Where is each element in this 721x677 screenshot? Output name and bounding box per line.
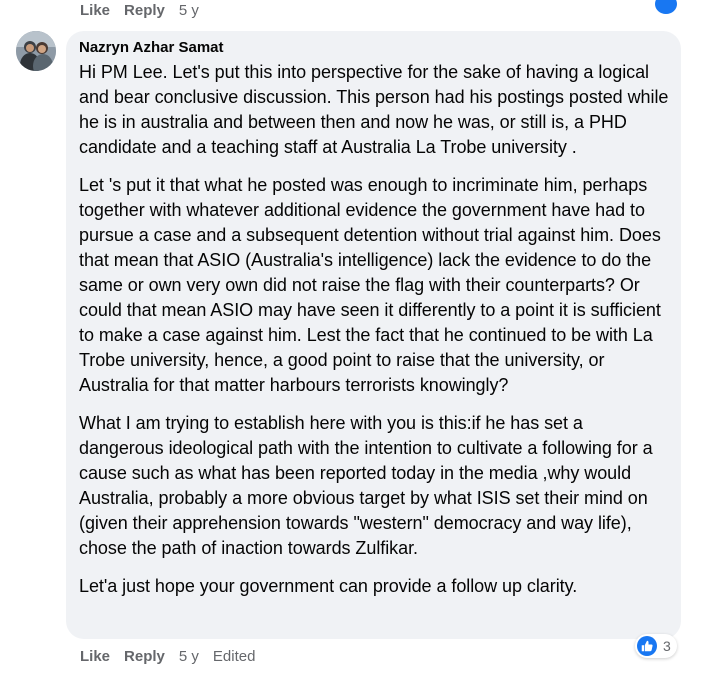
reply-button[interactable]: Reply: [124, 648, 165, 665]
avatar[interactable]: [16, 31, 56, 71]
previous-comment-actions: Like Reply 5 y: [80, 2, 199, 19]
reaction-badge-icon[interactable]: [653, 0, 679, 16]
profile-photo-icon: [16, 31, 56, 71]
comment-bubble: Nazryn Azhar Samat Hi PM Lee. Let's put …: [66, 31, 681, 639]
comment-actions: Like Reply 5 y Edited: [80, 648, 255, 665]
like-button[interactable]: Like: [80, 2, 110, 19]
comment-body: Hi PM Lee. Let's put this into perspecti…: [79, 60, 669, 599]
comment-author[interactable]: Nazryn Azhar Samat: [79, 39, 669, 57]
reaction-summary[interactable]: 3: [635, 634, 677, 658]
thumbs-up-icon: [637, 636, 657, 656]
reaction-count: 3: [663, 638, 671, 654]
edited-label[interactable]: Edited: [213, 648, 256, 665]
reply-button[interactable]: Reply: [124, 2, 165, 19]
like-button[interactable]: Like: [80, 648, 110, 665]
comment-timestamp[interactable]: 5 y: [179, 2, 199, 19]
comment-paragraph: Hi PM Lee. Let's put this into perspecti…: [79, 62, 669, 157]
comment-paragraph: Let'a just hope your government can prov…: [79, 576, 578, 596]
comment-timestamp[interactable]: 5 y: [179, 648, 199, 665]
comment-paragraph: Let 's put it that what he posted was en…: [79, 175, 661, 395]
comment-paragraph: What I am trying to establish here with …: [79, 413, 653, 558]
